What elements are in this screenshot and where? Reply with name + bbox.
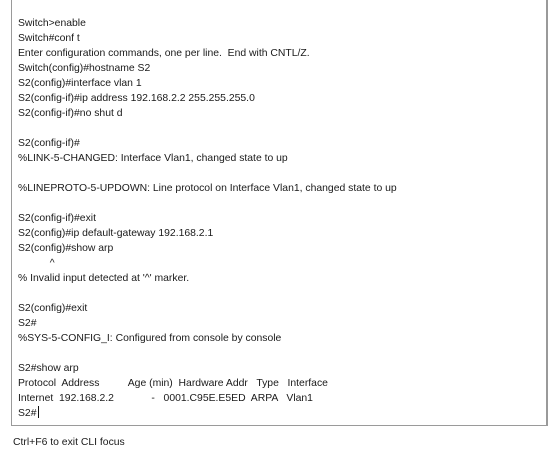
cli-line: Switch(config)#hostname S2: [18, 63, 151, 74]
cli-prompt-line[interactable]: S2#: [18, 406, 397, 421]
cli-line: S2#: [18, 318, 37, 329]
cli-line: [18, 346, 397, 361]
cli-output: Switch>enable Switch#conf t Enter configur…: [18, 16, 397, 421]
cli-line: %SYS-5-CONFIG_I: Configured from console…: [18, 333, 282, 344]
cli-line: Enter configuration commands, one per li…: [18, 48, 310, 59]
cli-line: S2(config)#interface vlan 1: [18, 78, 142, 89]
cli-line: S2(config)#exit: [18, 303, 88, 314]
cli-line: S2#show arp: [18, 363, 79, 374]
cli-focus-hint: Ctrl+F6 to exit CLI focus: [13, 437, 125, 448]
cli-line: %LINK-5-CHANGED: Interface Vlan1, change…: [18, 153, 288, 164]
cli-line: Switch>enable: [18, 18, 86, 29]
cli-line: ^: [18, 258, 55, 269]
cli-line: Protocol Address Age (min) Hardware Addr…: [18, 378, 328, 389]
cli-line: S2(config-if)#ip address 192.168.2.2 255…: [18, 93, 255, 104]
cli-line: S2(config)#show arp: [18, 243, 114, 254]
cli-line: Switch#conf t: [18, 33, 80, 44]
cli-prompt: S2#: [18, 408, 37, 419]
cli-line: S2(config-if)#: [18, 138, 80, 149]
cli-line: [18, 286, 397, 301]
cli-line: [18, 166, 397, 181]
cli-line: %LINEPROTO-5-UPDOWN: Line protocol on In…: [18, 183, 397, 194]
cli-line: S2(config-if)#exit: [18, 213, 96, 224]
cli-line: S2(config-if)#no shut d: [18, 108, 123, 119]
cli-terminal[interactable]: Switch>enable Switch#conf t Enter configur…: [11, 0, 548, 426]
cli-line: % Invalid input detected at '^' marker.: [18, 273, 190, 284]
cli-line: S2(config)#ip default-gateway 192.168.2.…: [18, 228, 214, 239]
cli-line: Internet 192.168.2.2 - 0001.C95E.E5ED AR…: [18, 393, 313, 404]
terminal-border: [546, 0, 547, 425]
cli-line: [18, 121, 397, 136]
text-cursor: [37, 406, 39, 418]
cli-line: [18, 196, 397, 211]
